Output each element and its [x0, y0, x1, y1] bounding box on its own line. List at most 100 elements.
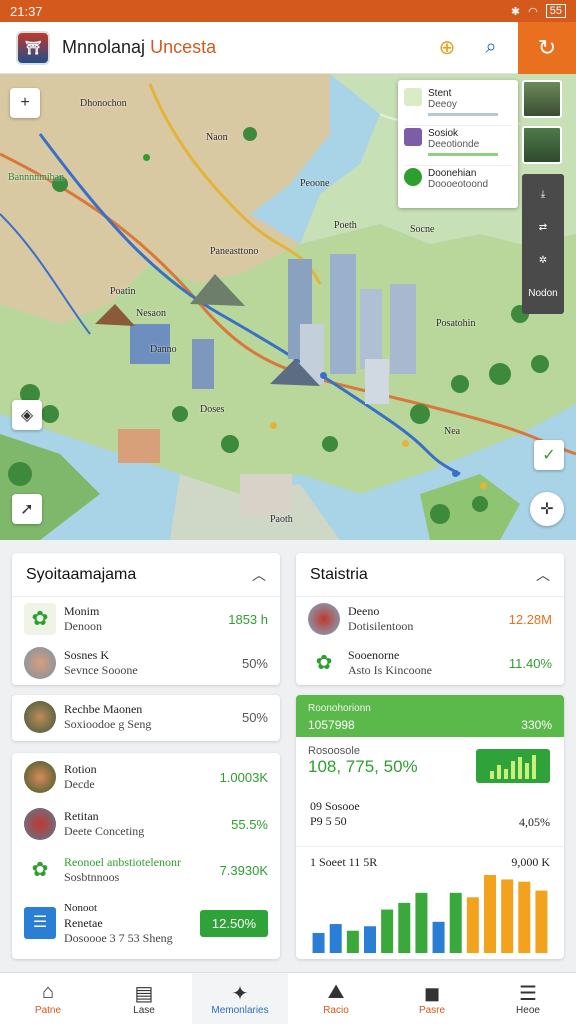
item-sub: Sevnce Sooone [64, 663, 138, 677]
map-label: Poeth [334, 220, 357, 231]
stats-big-row: Rosoosole 108, 775, 50% [296, 737, 564, 799]
status-icons: ✱ ◠ 55 [511, 4, 566, 18]
route-icon[interactable]: ⇄ [539, 222, 547, 233]
compass-button[interactable]: ◈ [12, 400, 42, 430]
status-badge[interactable]: 12.50% [199, 909, 268, 937]
layers-button[interactable]: ✓ [534, 440, 564, 470]
status-bar: 21:37 ✱ ◠ 55 [0, 0, 576, 22]
item-sub: Asto Is Kincoone [348, 663, 432, 677]
chart-bar [312, 932, 325, 953]
statistics-chart-card: Roonohorionn 1057998 330% Rosoosole 108, … [296, 695, 564, 959]
map-label: Posatohin [436, 318, 476, 329]
sparkline-icon [476, 749, 550, 783]
building-icon: ☰ [24, 907, 56, 939]
map-label: Peoone [300, 178, 330, 189]
directions-button[interactable]: ➚ [12, 494, 42, 524]
nav-item-pasre[interactable]: ◼ Pasre [384, 973, 480, 1024]
legend-item[interactable]: Sosiok Deeotionde [404, 126, 512, 166]
nav-item-racio[interactable]: ⛰ Racio [288, 973, 384, 1024]
map-label: Socne [410, 224, 435, 235]
item-sub: Decde [64, 777, 95, 791]
stats-header-pct: 330% [521, 718, 552, 732]
card-header[interactable]: Syoitaamajama ︿ [12, 553, 280, 597]
map-marker[interactable] [480, 482, 487, 489]
map-legend: Stent Deeoy Sosiok Deeotionde Doonehian … [398, 80, 518, 208]
stats-row[interactable]: 1 Soeet 11 5R 9,000 K [296, 847, 564, 870]
chart-bar [364, 926, 376, 953]
search-icon[interactable]: ⌕ [474, 31, 508, 65]
list-item[interactable]: ✿ Sooenorne Asto Is Kincoone 11.40% [296, 641, 564, 685]
map-label: Paoth [270, 514, 293, 525]
list-item[interactable]: ✿ Monim Denoon 1853 h [12, 597, 280, 641]
chart-bar [535, 890, 548, 953]
nav-item-home[interactable]: ⌂ Patne [0, 973, 96, 1024]
zoom-in-button[interactable]: + [10, 88, 40, 118]
chart-bar [449, 892, 462, 953]
compass-icon: ◈ [20, 407, 34, 424]
card-header[interactable]: Staistria ︿ [296, 553, 564, 597]
list-item[interactable]: ✿ Reonoel anbstiotelenonr Sosbtnnoos 7.39… [12, 847, 280, 893]
stats-row-label: 09 Sosooe [310, 799, 360, 813]
item-title: Deeno [348, 604, 380, 618]
map-marker[interactable] [270, 422, 277, 429]
list-item[interactable]: ☰ Nonoot Renetae Dosoooe 3 7 53 Sheng 12.5… [12, 893, 280, 953]
location-pin-icon[interactable]: ⊕ [430, 31, 464, 65]
status-time: 21:37 [10, 3, 43, 19]
list-item[interactable]: Rechbe Maonen Soxioodoe g Seng 50% [12, 695, 280, 739]
battery-icon: 55 [545, 4, 566, 18]
list-item[interactable]: Rotion Decde 1.0003K [12, 753, 280, 801]
list-item[interactable]: Sosnes K Sevnce Sooone 50% [12, 641, 280, 685]
nav-item-memonlaries[interactable]: ✦ Memonlaries [192, 973, 288, 1024]
map-marker[interactable] [452, 470, 459, 477]
stats-row[interactable]: 09 Sosooe P9 5 50 4,05% [296, 799, 564, 847]
legend-item[interactable]: Doonehian Doooeotoond [404, 166, 512, 206]
item-sub: Deete Conceting [64, 824, 145, 838]
summary-card: Rotion Decde 1.0003K Retitan Deete Conceti… [12, 753, 280, 959]
avatar [24, 808, 56, 840]
bird-icon: ✿ [308, 647, 340, 679]
app-logo: ⛩ [16, 30, 50, 65]
crosshair-icon: ✛ [540, 501, 554, 518]
stats-header[interactable]: Roonohorionn 1057998 330% [296, 695, 564, 737]
legend-bar [428, 113, 498, 116]
list-item[interactable]: Deeno Dotisilentoon 12.28M [296, 597, 564, 641]
island-southwest [0, 434, 100, 540]
item-title: Sooenorne [348, 648, 400, 662]
item-value: 1853 h [228, 611, 268, 627]
chevron-up-icon[interactable]: ︿ [252, 565, 266, 585]
map-marker[interactable] [143, 154, 150, 161]
chevron-up-icon[interactable]: ︿ [536, 565, 550, 585]
item-sub: Dosoooe 3 7 53 Sheng [64, 930, 173, 945]
chart-bar [329, 924, 342, 953]
legend-swatch-icon [404, 168, 422, 186]
app-title: Mnnolanaj Uncesta [62, 37, 216, 58]
recenter-button[interactable]: ✛ [530, 492, 564, 526]
camera-icon: ◼ [423, 983, 441, 1005]
legend-swatch-icon [404, 88, 422, 106]
map-marker[interactable] [402, 440, 409, 447]
photo-thumbnail[interactable] [522, 80, 562, 118]
legend-bar [428, 153, 498, 156]
item-title: Reonoel anbstiotelenonr [64, 855, 181, 869]
photo-thumbnail[interactable] [522, 126, 562, 164]
download-icon[interactable]: ⤓ [541, 189, 545, 200]
stats-header-value: 1057998 [308, 718, 355, 732]
item-title-2: Renetae [64, 915, 103, 930]
city-map[interactable]: Dhonochon Naon Bannnnmiban Peoone Paneas… [0, 74, 576, 540]
item-value: 7.3930K [219, 862, 268, 878]
summary-card: Rechbe Maonen Soxioodoe g Seng 50% [12, 695, 280, 741]
settings-icon[interactable]: ✲ [539, 255, 547, 266]
legend-item[interactable]: Stent Deeoy [404, 86, 512, 126]
stats-header-top: Roonohorionn [308, 703, 371, 714]
map-marker[interactable] [320, 372, 327, 379]
nav-item-heoe[interactable]: ☰ Heoe [480, 973, 576, 1024]
item-title: Sosnes K [64, 648, 110, 662]
list-item[interactable]: Retitan Deete Conceting 55.5% [12, 801, 280, 847]
map-label: Nea [444, 426, 461, 437]
item-title: Nonoot [64, 901, 97, 914]
nav-item-list[interactable]: ▤ Lase [96, 973, 192, 1024]
stats-row-value: 4,05% [519, 815, 550, 829]
bird-icon: ✿ [24, 603, 56, 635]
item-value: 11.40% [508, 655, 552, 671]
refresh-button[interactable]: ↻ [518, 21, 576, 74]
